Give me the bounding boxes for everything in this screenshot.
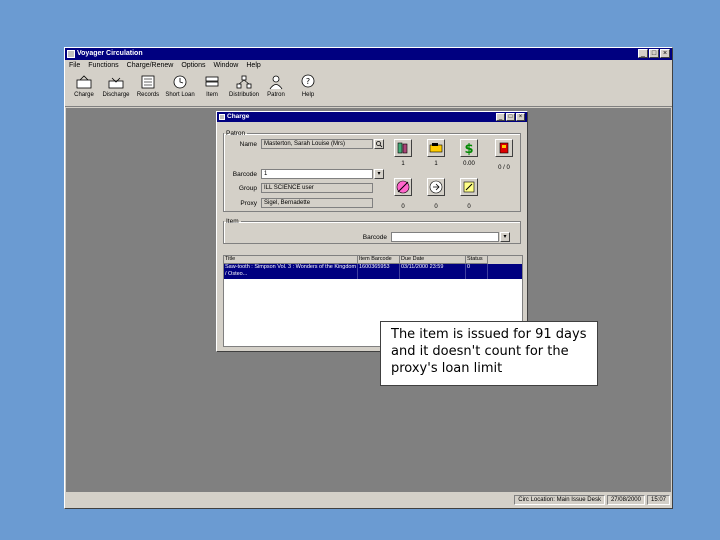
short-loan-label: Short Loan [165, 92, 195, 98]
help-icon: ? [301, 74, 315, 88]
menu-options[interactable]: Options [181, 60, 205, 71]
name-label: Name [239, 140, 257, 148]
discharge-icon [108, 77, 124, 89]
item-label: Item [206, 92, 218, 98]
menu-charge-renew[interactable]: Charge/Renew [127, 60, 174, 71]
item-barcode-label: Barcode [362, 233, 387, 241]
item-legend: Item [226, 218, 239, 225]
count-charged: 1 [401, 161, 405, 167]
recalls-button[interactable] [427, 178, 445, 196]
maximize-button[interactable]: □ [649, 49, 659, 58]
distribution-label: Distribution [228, 92, 259, 98]
charge-minimize-button[interactable]: _ [496, 113, 505, 121]
item-barcode-dropdown-button[interactable]: ▾ [500, 232, 510, 242]
distribution-icon [236, 75, 252, 89]
table-header: Title Item Barcode Due Date Status [224, 256, 522, 264]
close-button[interactable]: × [660, 49, 670, 58]
header-due-date[interactable]: Due Date [400, 256, 466, 264]
patron-icon [269, 75, 283, 90]
charge-maximize-button[interactable]: □ [506, 113, 515, 121]
note-icon [463, 181, 475, 193]
minimize-button[interactable]: _ [638, 49, 648, 58]
count-holds: 1 [434, 161, 438, 167]
fines-button[interactable]: $ [460, 139, 478, 157]
menu-window[interactable]: Window [213, 60, 238, 71]
counter-icon [499, 142, 509, 154]
patron-label: Patron [267, 92, 285, 98]
app-titlebar[interactable]: Voyager Circulation _ □ × [65, 48, 672, 60]
app-title: Voyager Circulation [77, 50, 143, 57]
status-time: 15:07 [646, 495, 670, 505]
discharge-label: Discharge [102, 92, 130, 98]
count-notes: 0 [467, 204, 471, 210]
charge-titlebar[interactable]: Charge _ □ × [217, 112, 527, 122]
cell-barcode: 1600365953 [358, 264, 400, 279]
records-button[interactable]: Records [132, 71, 164, 98]
help-button[interactable]: ? Help [292, 71, 324, 98]
barcode-dropdown-button[interactable]: ▾ [374, 169, 384, 179]
menu-help[interactable]: Help [246, 60, 260, 71]
item-barcode-input[interactable] [391, 232, 499, 242]
charge-title: Charge [227, 113, 250, 120]
table-row[interactable]: Saw-tooth : Simpson Vol. 3 : Wonders of … [224, 264, 522, 279]
status-date: 27/08/2000 [606, 495, 645, 505]
toolbar: Charge Discharge Records Short Loan Item… [65, 71, 672, 107]
charge-icon [76, 75, 92, 89]
annotation-callout: The item is issued for 91 days and it do… [380, 321, 598, 386]
recall-icon [429, 180, 443, 194]
dollar-icon: $ [464, 142, 473, 157]
charge-window-icon [219, 114, 225, 120]
overdue-icon [396, 180, 410, 194]
notes-button[interactable] [460, 178, 478, 196]
patron-search-icon [376, 141, 383, 148]
patron-legend: Patron [226, 130, 246, 137]
charge-button[interactable]: Charge [68, 71, 100, 98]
patron-button[interactable]: Patron [260, 71, 292, 98]
proxy-label: Proxy [240, 199, 257, 207]
menu-file[interactable]: File [69, 60, 80, 71]
name-field: Masterton, Sarah Louise (Mrs) [261, 139, 373, 149]
distribution-button[interactable]: Distribution [228, 71, 260, 98]
charge-close-button[interactable]: × [516, 113, 525, 121]
item-button[interactable]: Item [196, 71, 228, 98]
count-overdue: 0 [401, 204, 405, 210]
short-loan-button[interactable]: Short Loan [164, 71, 196, 98]
menu-bar: File Functions Charge/Renew Options Wind… [65, 60, 672, 71]
patron-search-button[interactable] [374, 139, 384, 149]
svg-text:$: $ [464, 142, 473, 156]
header-item-barcode[interactable]: Item Barcode [358, 256, 400, 264]
cell-due-date: 03/11/2000 23:59 [400, 264, 466, 279]
count-limit: 0 / 0 [498, 165, 510, 171]
hold-shelf-icon [429, 143, 443, 153]
proxy-field: Sigel, Bernadette [261, 198, 373, 208]
group-label: Group [238, 184, 257, 192]
records-icon [141, 75, 155, 89]
barcode-field[interactable]: 1 [261, 169, 373, 179]
count-recalls: 0 [434, 204, 438, 210]
status-location: Circ Location: Main Issue Desk [514, 495, 605, 505]
discharge-button[interactable]: Discharge [100, 71, 132, 98]
barcode-label: Barcode [232, 170, 257, 178]
charge-label: Charge [74, 92, 94, 98]
menu-functions[interactable]: Functions [88, 60, 118, 71]
count-fines: 0.00 [463, 161, 475, 167]
header-title[interactable]: Title [224, 256, 358, 264]
records-label: Records [136, 92, 160, 98]
charge-window: Charge _ □ × Patron Name Masterton, Sara… [216, 111, 528, 352]
short-loan-icon [173, 75, 187, 89]
cell-status: 0 [466, 264, 488, 279]
group-field: ILL SCIENCE user [261, 183, 373, 193]
help-label: Help [301, 92, 315, 98]
books-icon [397, 142, 408, 154]
header-status[interactable]: Status [466, 256, 488, 264]
holds-button[interactable] [427, 139, 445, 157]
svg-text:?: ? [306, 77, 310, 86]
cell-title: Saw-tooth : Simpson Vol. 3 : Wonders of … [225, 264, 358, 279]
app-icon [67, 50, 75, 58]
items-charged-button[interactable] [394, 139, 412, 157]
status-bar: Circ Location: Main Issue Desk 27/08/200… [65, 493, 672, 507]
loan-limit-button[interactable] [495, 139, 513, 157]
item-icon [205, 76, 219, 87]
overdue-button[interactable] [394, 178, 412, 196]
